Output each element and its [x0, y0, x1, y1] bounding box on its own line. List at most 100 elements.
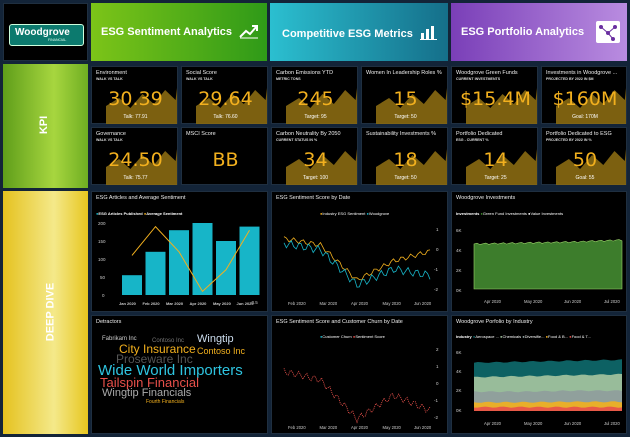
kpi-subtitle: CURRENT INVESTMENTS	[456, 77, 501, 81]
kpi-note: Goal: 170M	[572, 114, 598, 120]
industry-y-tick: 2K	[456, 388, 462, 393]
articles-bar[interactable]	[239, 226, 260, 295]
kpi-subtitle: PROJECTED BY 2022 IN $M	[546, 77, 594, 81]
industry-sentiment-line	[283, 236, 431, 281]
sentiment-score-line	[283, 368, 431, 424]
investments-y-tick: 0K	[456, 288, 462, 293]
kpi-tile-green-funds[interactable]: Woodgrove Green Funds CURRENT INVESTMENTS…	[451, 66, 538, 124]
sentiment-y-tick: 0	[436, 247, 439, 252]
sidebar-kpi[interactable]: KPI	[3, 64, 88, 188]
tab-esg-portfolio-label: ESG Portfolio Analytics	[461, 26, 585, 38]
articles-y-tick: 150	[98, 239, 106, 244]
churn-y-tick: 0	[436, 381, 439, 386]
kpi-subtitle: WALK VS TALK	[96, 138, 123, 142]
industry-legend-label: Industry	[456, 334, 472, 339]
kpi-tile-environment[interactable]: Environment WALK VS TALK 30.39 Talk: 77.91	[91, 66, 178, 124]
kpi-tile-social[interactable]: Social Score WALK VS TALK 29.64 Talk: 76.60	[181, 66, 268, 124]
kpi-tile-neutrality[interactable]: Carbon Neutrality By 2050 CURRENT STATUS …	[271, 127, 358, 185]
sidebar-deep-dive-label: DEEP DIVE	[44, 282, 57, 342]
investments-panel: Woodgrove Investments Investments ●Green…	[451, 191, 627, 312]
detractors-panel: Detractors Fabrikam Inc Wingtip City Ins…	[91, 315, 268, 434]
articles-legend: ●ESG Articles Published ●Average Sentime…	[96, 211, 182, 216]
tab-esg-sentiment[interactable]: ESG Sentiment Analytics	[91, 3, 267, 61]
tab-competitive-esg[interactable]: Competitive ESG Metrics	[270, 3, 448, 61]
kpi-title: Sustainability Investments %	[366, 131, 437, 137]
detractor-word: Wingtip	[197, 333, 234, 345]
kpi-tile-investments[interactable]: Investments in Woodgrove ... PROJECTED BY…	[541, 66, 627, 124]
bar-chart-icon	[420, 26, 437, 40]
churn-y-tick: -2	[434, 415, 438, 420]
churn-chart: 2 1 0 -1 -2 Feb 2020 Mar 2020 Apr 2020 May …	[283, 347, 439, 430]
kpi-tile-msci[interactable]: MSCI Score BB	[181, 127, 268, 185]
articles-y-tick: 0	[102, 293, 105, 298]
sentiment-panel: ESG Sentiment Score by Date ●Industry ES…	[271, 191, 448, 312]
kpi-tile-sustainability[interactable]: Sustainability Investments % 18 Target: 50	[361, 127, 448, 185]
sidebar-kpi-label: KPI	[38, 115, 51, 135]
x-tick: May 2020	[383, 425, 402, 430]
sentiment-y-tick: 1	[436, 227, 439, 232]
kpi-tile-dedicated-proj[interactable]: Portfolio Dedicated to ESG PROJECTED BY 2…	[541, 127, 627, 185]
x-tick: Feb 2020	[288, 425, 306, 430]
investments-y-tick: 2K	[456, 268, 462, 273]
articles-bar[interactable]	[122, 275, 142, 295]
industry-legend-item: Diversifie...	[524, 334, 545, 339]
articles-chart: 200 150 100 50 0 1.5 1.0 0.5 0.0 -0.5 Ja…	[98, 221, 260, 306]
articles-legend-2: Average Sentiment	[146, 211, 183, 216]
kpi-value: BB	[212, 149, 239, 171]
x-tick: Mar 2020	[320, 301, 338, 306]
kpi-subtitle: METRIC TONS	[276, 77, 301, 81]
kpi-title: Carbon Neutrality By 2050	[276, 131, 341, 137]
x-tick: Apr 2020	[484, 421, 502, 426]
articles-y-tick: 100	[98, 257, 106, 262]
x-tick: Feb 2020	[288, 301, 306, 306]
articles-bar[interactable]	[192, 223, 213, 295]
sidebar-deep-dive[interactable]: DEEP DIVE	[3, 191, 88, 434]
investments-chart-title: Woodgrove Investments	[456, 195, 516, 201]
kpi-value: 50	[572, 149, 598, 171]
kpi-note: Target: 50	[394, 114, 417, 120]
tab-esg-portfolio[interactable]: ESG Portfolio Analytics	[451, 3, 627, 61]
sentiment-legend: ●Industry ESG Sentiment ●Woodgrove	[320, 211, 389, 216]
kpi-value: 34	[303, 149, 328, 171]
churn-y-tick: 1	[436, 364, 439, 369]
articles-bar[interactable]	[169, 230, 189, 295]
articles-bar[interactable]	[145, 251, 166, 295]
x-tick: Jun 2020	[564, 299, 582, 304]
investments-legend-1: Green Fund Investments	[482, 211, 527, 216]
x-tick: Jun 2020	[564, 421, 582, 426]
trend-icon	[239, 25, 258, 39]
detractor-word: Contoso Inc	[197, 346, 246, 356]
investments-y-tick: 4K	[456, 248, 462, 253]
articles-bar[interactable]	[216, 241, 236, 295]
industry-legend: Industry ●Aerospace ... ●Chemicals ●Dive…	[456, 334, 591, 339]
tab-esg-sentiment-label: ESG Sentiment Analytics	[101, 26, 233, 38]
industry-legend-item: Food & T...	[571, 334, 591, 339]
kpi-tile-dedicated[interactable]: Portfolio Dedicated ESG - CURRENT % 14 Targ…	[451, 127, 538, 185]
articles-x-tick: May 2020	[213, 301, 232, 306]
kpi-subtitle: ESG - CURRENT %	[456, 138, 489, 142]
kpi-note: Talk: 77.91	[123, 114, 148, 120]
x-tick: May 2020	[524, 421, 543, 426]
x-tick: Jul 2020	[604, 421, 621, 426]
kpi-tile-carbon[interactable]: Carbon Emissions YTD METRIC TONS 245 Target…	[271, 66, 358, 124]
kpi-value: 14	[483, 149, 508, 171]
kpi-subtitle: WALK VS TALK	[96, 77, 123, 81]
kpi-note: Target: 95	[304, 114, 327, 120]
kpi-tile-women[interactable]: Women In Leadership Roles % 15 Target: 50	[361, 66, 448, 124]
kpi-note: Target: 25	[484, 175, 507, 181]
kpi-value: $160M	[552, 88, 618, 110]
kpi-title: Investments in Woodgrove ...	[546, 70, 618, 76]
industry-chart: 6K 4K 2K 0K Apr 2020 May 2020 Jun 2020 Jul …	[456, 350, 622, 426]
kpi-value: 18	[393, 149, 418, 171]
logo: Woodgrove FINANCIAL	[9, 24, 84, 46]
sentiment-y-tick: -2	[434, 287, 438, 292]
tab-competitive-esg-label: Competitive ESG Metrics	[282, 28, 413, 40]
churn-legend-2: Sentiment Score	[355, 334, 385, 339]
sentiment-title: ESG Sentiment Score by Date	[276, 195, 351, 201]
sentiment-chart: 1 0 -1 -2 Feb 2020 Mar 2020 Apr 2020 May 20…	[283, 227, 439, 306]
x-tick: Jun 2020	[414, 301, 432, 306]
investments-chart: 6K 4K 2K 0K Apr 2020 May 2020 Jun 2020 Jul …	[456, 228, 623, 304]
kpi-title: Governance	[96, 131, 126, 137]
kpi-subtitle: WALK VS TALK	[186, 77, 213, 81]
kpi-tile-governance[interactable]: Governance WALK VS TALK 24.50 Talk: 75.77	[91, 127, 178, 185]
